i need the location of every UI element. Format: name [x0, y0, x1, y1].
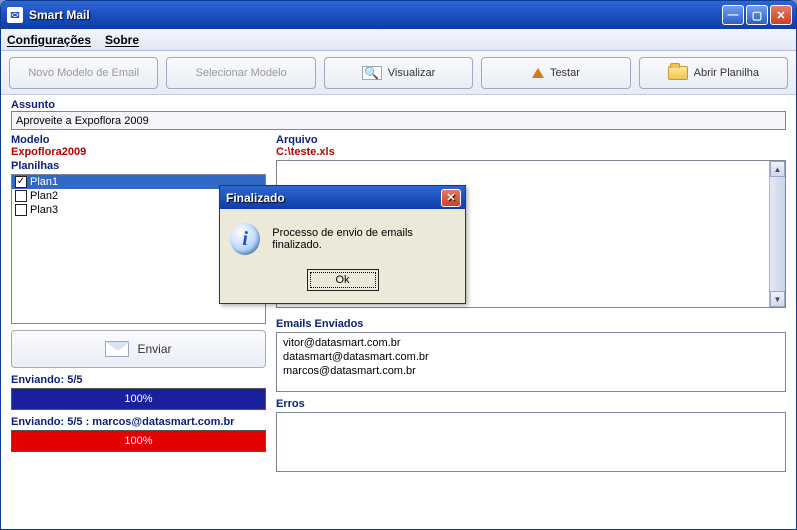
selecionar-modelo-button[interactable]: Selecionar Modelo — [166, 57, 315, 89]
dialog-title: Finalizado — [226, 191, 285, 205]
novo-modelo-button[interactable]: Novo Modelo de Email — [9, 57, 158, 89]
progress2-label: Enviando: 5/5 : marcos@datasmart.com.br — [11, 416, 266, 428]
window-title: Smart Mail — [29, 8, 722, 22]
email-sent-item: vitor@datasmart.com.br — [283, 336, 779, 350]
enviar-label: Enviar — [137, 342, 171, 356]
modelo-label: Modelo — [11, 134, 266, 146]
progress1-label: Enviando: 5/5 — [11, 374, 266, 386]
emails-enviados-box: vitor@datasmart.com.br datasmart@datasma… — [276, 332, 786, 392]
email-sent-item: datasmart@datasmart.com.br — [283, 350, 779, 364]
app-icon: ✉ — [7, 7, 23, 23]
maximize-button[interactable]: ▢ — [746, 5, 768, 25]
emails-enviados-label: Emails Enviados — [276, 318, 786, 330]
checkbox-icon[interactable] — [15, 176, 27, 188]
assunto-label: Assunto — [11, 99, 786, 111]
list-item-label: Plan1 — [30, 176, 58, 188]
list-item-label: Plan3 — [30, 204, 58, 216]
finalizado-dialog: Finalizado ✕ i Processo de envio de emai… — [219, 185, 466, 304]
scroll-down-icon[interactable]: ▼ — [770, 291, 785, 307]
progress2-bar: 100% — [11, 430, 266, 452]
testar-label: Testar — [550, 67, 580, 79]
arquivo-label: Arquivo — [276, 134, 786, 146]
planilhas-label: Planilhas — [11, 160, 266, 172]
list-item-label: Plan2 — [30, 190, 58, 202]
modelo-value: Expoflora2009 — [11, 146, 266, 158]
menubar: Configurações Sobre — [1, 29, 796, 51]
folder-icon — [668, 66, 688, 80]
visualizar-label: Visualizar — [388, 67, 436, 79]
menu-configuracoes[interactable]: Configurações — [7, 33, 91, 47]
erros-box — [276, 412, 786, 472]
abrir-planilha-button[interactable]: Abrir Planilha — [639, 57, 788, 89]
info-icon: i — [230, 223, 260, 255]
arquivo-value: C:\teste.xls — [276, 146, 786, 158]
email-sent-item: marcos@datasmart.com.br — [283, 364, 779, 378]
progress1-text: 100% — [124, 393, 152, 405]
selecionar-modelo-label: Selecionar Modelo — [196, 67, 287, 79]
dialog-titlebar: Finalizado ✕ — [220, 186, 465, 209]
toolbar: Novo Modelo de Email Selecionar Modelo 🔍… — [1, 51, 796, 95]
dialog-ok-label: Ok — [335, 274, 349, 286]
scroll-up-icon[interactable]: ▲ — [770, 161, 785, 177]
magnifier-icon: 🔍 — [362, 66, 382, 80]
mail-icon — [105, 341, 129, 357]
assunto-input[interactable] — [11, 111, 786, 130]
enviar-button[interactable]: Enviar — [11, 330, 266, 368]
visualizar-button[interactable]: 🔍 Visualizar — [324, 57, 473, 89]
scrollbar[interactable]: ▲ ▼ — [769, 161, 785, 307]
checkbox-icon[interactable] — [15, 190, 27, 202]
dialog-ok-button[interactable]: Ok — [307, 269, 379, 291]
erros-label: Erros — [276, 398, 786, 410]
minimize-button[interactable]: — — [722, 5, 744, 25]
checkbox-icon[interactable] — [15, 204, 27, 216]
close-button[interactable]: ✕ — [770, 5, 792, 25]
dialog-close-button[interactable]: ✕ — [441, 189, 461, 207]
dialog-message: Processo de envio de emails finalizado. — [272, 227, 455, 251]
abrir-planilha-label: Abrir Planilha — [694, 67, 759, 79]
testar-button[interactable]: Testar — [481, 57, 630, 89]
titlebar: ✉ Smart Mail — ▢ ✕ — [1, 1, 796, 29]
progress1-bar: 100% — [11, 388, 266, 410]
menu-sobre[interactable]: Sobre — [105, 33, 139, 47]
arrow-up-icon — [532, 68, 544, 78]
progress2-text: 100% — [124, 435, 152, 447]
novo-modelo-label: Novo Modelo de Email — [28, 67, 139, 79]
